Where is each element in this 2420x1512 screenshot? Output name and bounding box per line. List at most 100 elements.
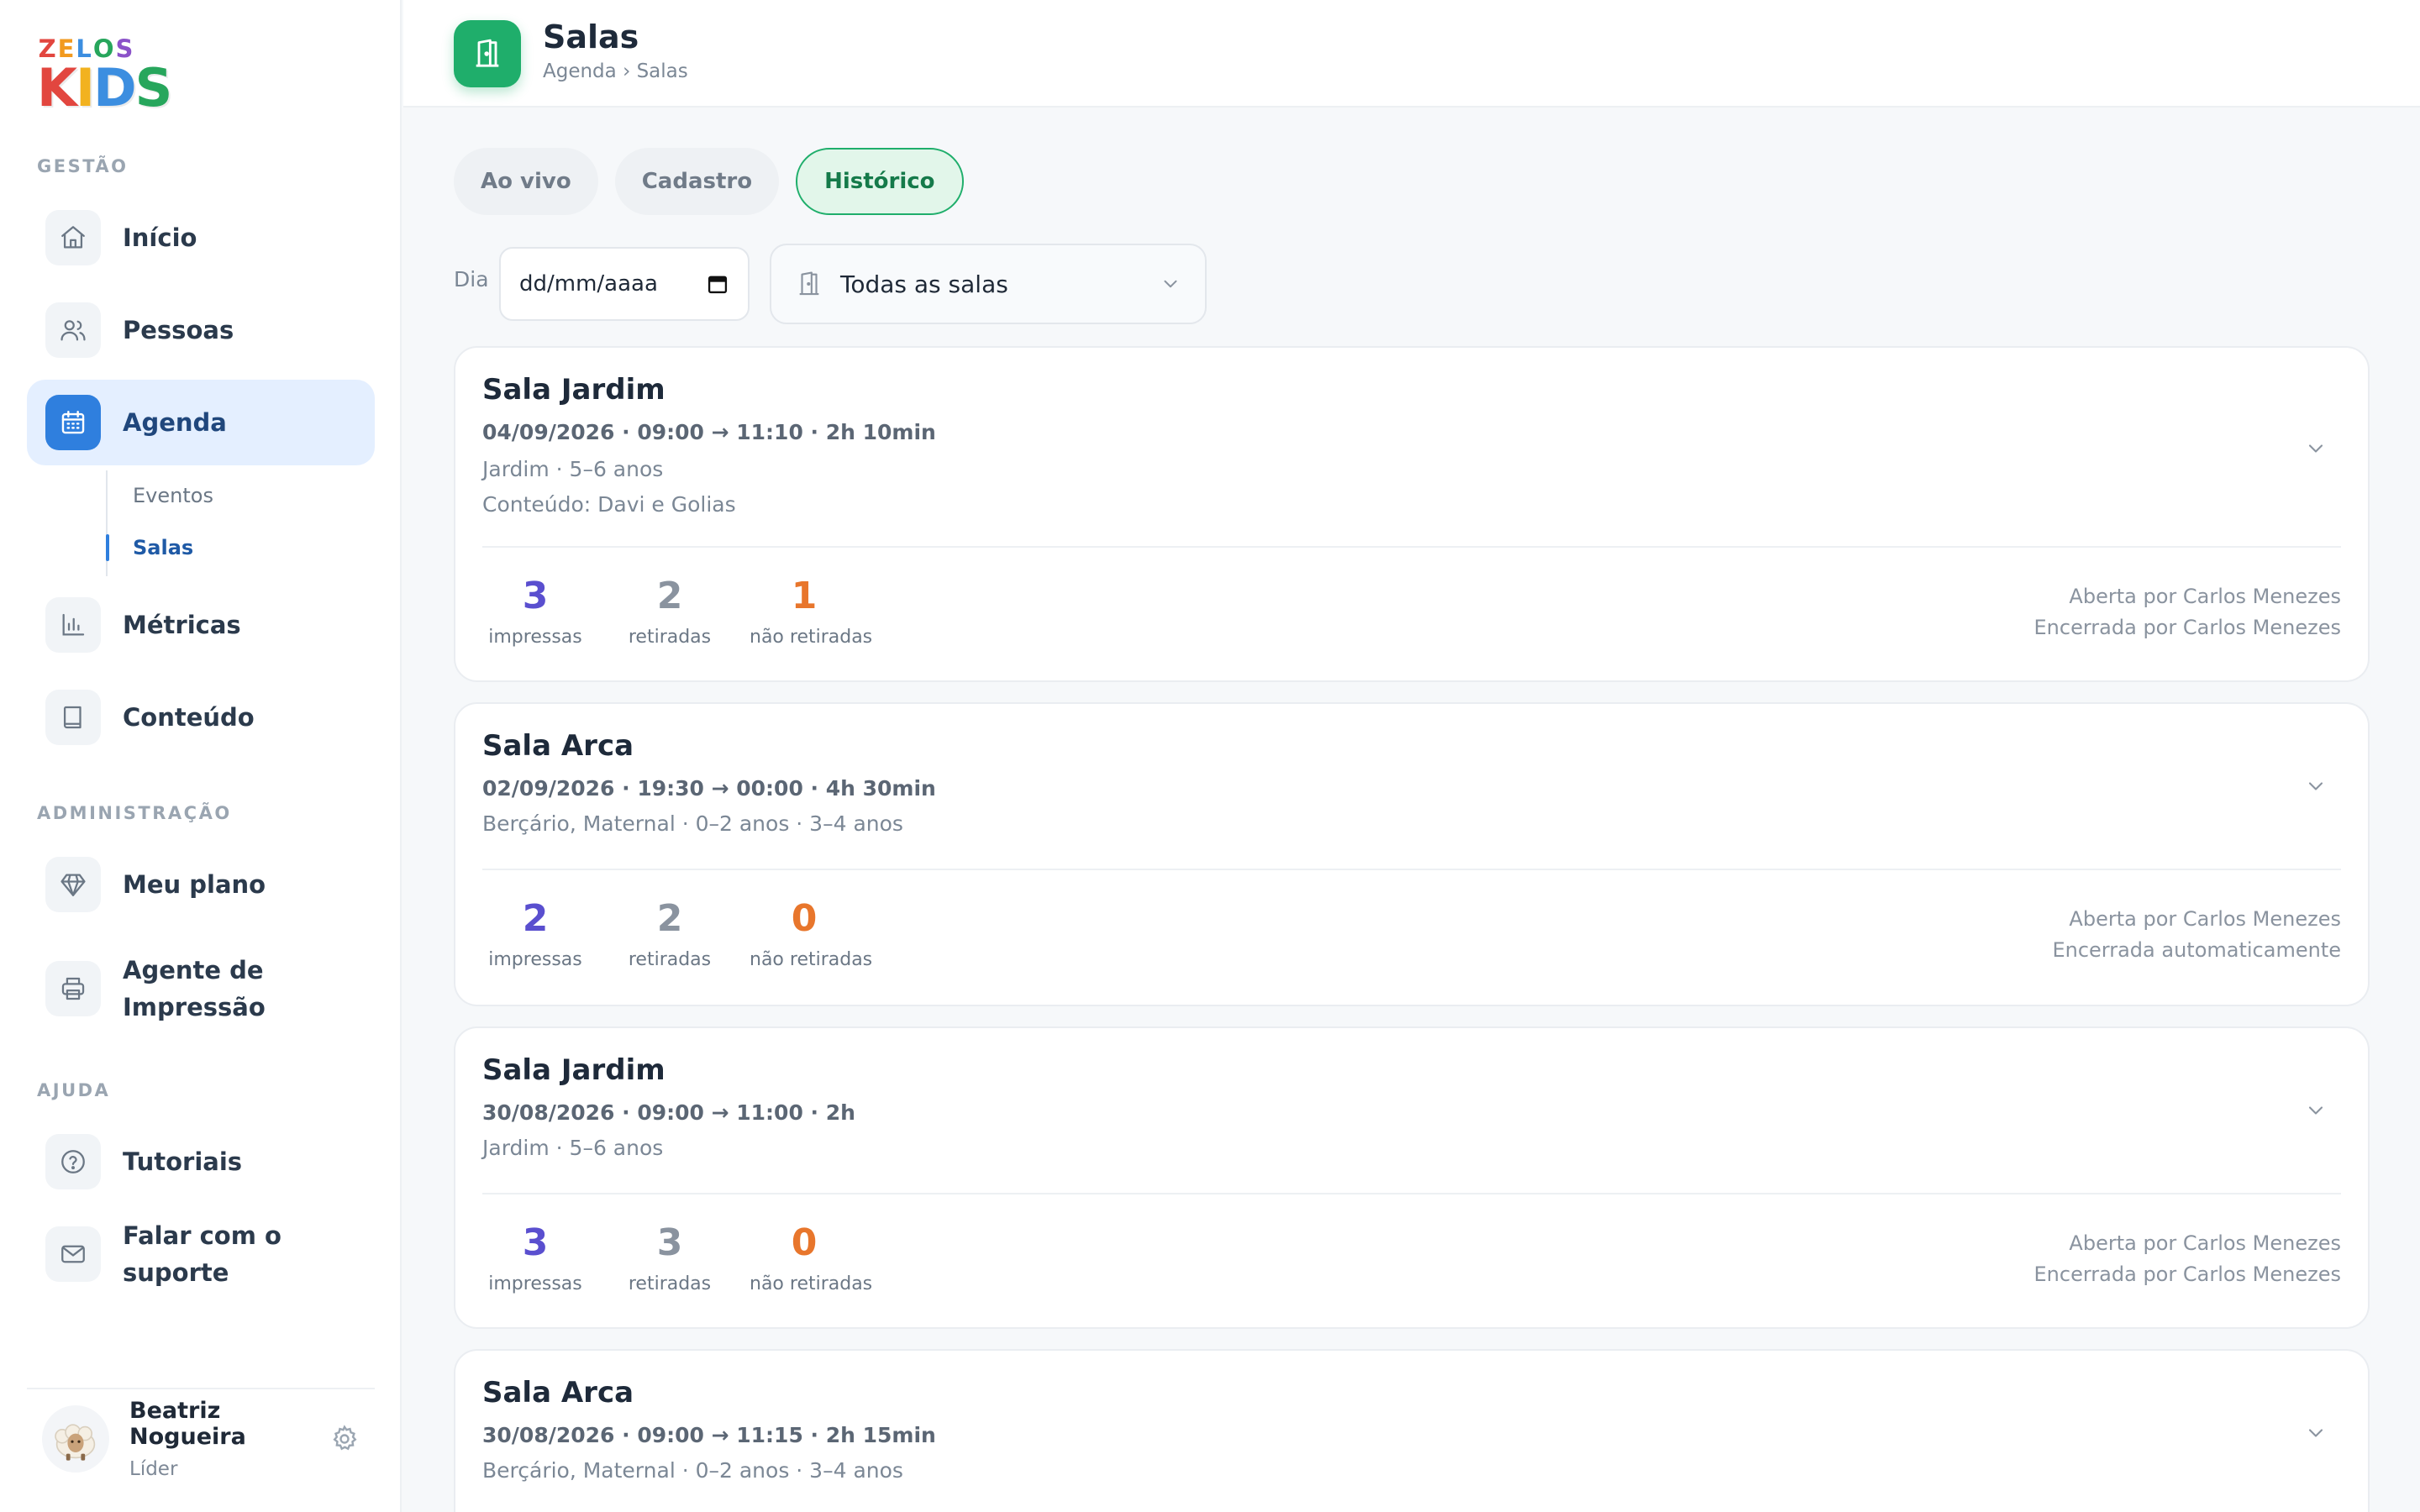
stat-printed-label: impressas (488, 1273, 582, 1294)
section-label-gestao: GESTÃO (37, 156, 129, 176)
section-label-ajuda: AJUDA (37, 1080, 111, 1100)
session-time: 04/09/2026 · 09:00 → 11:10 · 2h 10min (482, 420, 936, 444)
stat-taken: 2 retiradas (615, 897, 724, 970)
sidebar-item-label: Agente de Impressão (123, 952, 266, 1026)
card-divider (482, 546, 2341, 548)
stat-printed-value: 3 (522, 1221, 549, 1264)
sidebar-item-label-line1: Agente de (123, 956, 264, 984)
sidebar-item-inicio[interactable]: Início (27, 195, 375, 281)
gear-icon[interactable] (329, 1424, 360, 1454)
room-select-value: Todas as salas (840, 270, 1008, 298)
help-circle-icon (45, 1134, 101, 1189)
card-divider (482, 1193, 2341, 1194)
view-tabs: Ao vivo Cadastro Histórico (454, 148, 964, 215)
session-card[interactable]: Sala Arca 02/09/2026 · 19:30 → 00:00 · 4… (454, 702, 2370, 1006)
stat-taken-label: retiradas (628, 1273, 712, 1294)
session-content: Conteúdo: Davi e Golias (482, 492, 736, 517)
user-profile[interactable]: Beatriz Nogueira Líder (27, 1388, 375, 1488)
session-groups: Berçário, Maternal · 0–2 anos · 3–4 anos (482, 811, 903, 836)
session-time: 02/09/2026 · 19:30 → 00:00 · 4h 30min (482, 776, 936, 801)
room-select[interactable]: Todas as salas (770, 244, 1207, 324)
stat-printed-value: 2 (522, 897, 549, 940)
session-audit: Aberta por Carlos Menezes Encerrada por … (2034, 581, 2341, 643)
date-field[interactable]: dd/mm/aaaa (499, 247, 750, 321)
sidebar-item-agenda[interactable]: Agenda (27, 380, 375, 465)
stat-taken-value: 2 (656, 575, 683, 617)
subnav-item-salas[interactable]: Salas (133, 536, 193, 559)
chevron-down-icon (1164, 280, 1177, 288)
bar-chart-icon (45, 597, 101, 653)
tab-cadastro[interactable]: Cadastro (614, 148, 780, 215)
session-audit: Aberta por Carlos Menezes Encerrada por … (2034, 1228, 2341, 1290)
avatar (42, 1405, 109, 1473)
session-room: Sala Arca (482, 729, 634, 763)
user-name: Beatriz Nogueira (129, 1398, 246, 1450)
stat-taken-label: retiradas (628, 949, 712, 970)
date-filter-label: Dia (454, 267, 489, 291)
stat-not-taken-value: 0 (791, 1221, 818, 1264)
session-audit: Aberta por Carlos Menezes Encerrada auto… (2052, 904, 2341, 966)
stat-not-taken-label: não retiradas (750, 1273, 873, 1294)
stat-taken-value: 3 (656, 1221, 683, 1264)
chevron-down-icon[interactable] (2304, 437, 2328, 460)
active-subnav-marker (106, 534, 109, 561)
opened-by: Aberta por Carlos Menezes (2069, 585, 2341, 608)
closed-by: Encerrada automaticamente (2052, 938, 2341, 962)
sidebar-item-label: Falar com o suporte (123, 1221, 281, 1287)
mail-icon (45, 1226, 101, 1282)
sidebar: ZELOS KIDS GESTÃO Início Pessoas Agenda … (0, 0, 402, 1512)
tab-historico[interactable]: Histórico (796, 148, 964, 215)
session-card[interactable]: Sala Jardim 04/09/2026 · 09:00 → 11:10 ·… (454, 346, 2370, 682)
sidebar-item-conteudo[interactable]: Conteúdo (27, 675, 375, 760)
stat-printed: 3 impressas (481, 1221, 590, 1294)
calendar-picker-icon[interactable] (706, 272, 729, 296)
sidebar-item-pessoas[interactable]: Pessoas (27, 287, 375, 373)
stat-printed: 2 impressas (481, 897, 590, 970)
book-icon (45, 690, 101, 745)
breadcrumb[interactable]: Agenda › Salas (543, 60, 688, 82)
sidebar-item-agente-impressao[interactable]: Agente de Impressão (27, 946, 375, 1032)
door-icon (799, 271, 819, 296)
session-room: Sala Jardim (482, 1053, 666, 1087)
session-groups: Berçário, Maternal · 0–2 anos · 3–4 anos (482, 1458, 903, 1483)
calendar-icon (45, 395, 101, 450)
stat-taken: 3 retiradas (615, 1221, 724, 1294)
chevron-down-icon[interactable] (2304, 1421, 2328, 1445)
stat-not-taken: 1 não retiradas (750, 575, 873, 648)
sidebar-item-meu-plano[interactable]: Meu plano (27, 842, 375, 927)
stat-not-taken-value: 0 (791, 897, 818, 940)
stat-taken-label: retiradas (628, 627, 712, 648)
page-header: Salas Agenda › Salas (403, 0, 2420, 108)
session-room: Sala Jardim (482, 373, 666, 407)
stat-taken: 2 retiradas (615, 575, 724, 648)
session-card[interactable]: Sala Arca 30/08/2026 · 09:00 → 11:15 · 2… (454, 1349, 2370, 1512)
session-groups: Jardim · 5–6 anos (482, 1136, 664, 1160)
chevron-down-icon[interactable] (2304, 774, 2328, 798)
stat-not-taken: 0 não retiradas (750, 897, 873, 970)
sidebar-item-label: Tutoriais (123, 1147, 243, 1176)
tab-ao-vivo[interactable]: Ao vivo (454, 148, 598, 215)
stat-not-taken-value: 1 (791, 575, 818, 617)
stat-not-taken: 0 não retiradas (750, 1221, 873, 1294)
subnav-item-eventos[interactable]: Eventos (133, 484, 213, 507)
users-icon (45, 302, 101, 358)
zelos-kids-logo[interactable]: ZELOS KIDS (37, 35, 172, 116)
stat-not-taken-label: não retiradas (750, 949, 873, 970)
session-room: Sala Arca (482, 1376, 634, 1410)
session-card[interactable]: Sala Jardim 30/08/2026 · 09:00 → 11:00 ·… (454, 1026, 2370, 1329)
sheep-avatar-icon (55, 1424, 96, 1461)
stat-printed-value: 3 (522, 575, 549, 617)
diamond-icon (45, 857, 101, 912)
chevron-down-icon[interactable] (2304, 1099, 2328, 1122)
sidebar-item-metricas[interactable]: Métricas (27, 582, 375, 668)
stat-printed: 3 impressas (481, 575, 590, 648)
section-label-administracao: ADMINISTRAÇÃO (37, 803, 232, 823)
date-placeholder: dd/mm/aaaa (519, 271, 658, 297)
sidebar-item-label: Meu plano (123, 870, 266, 899)
opened-by: Aberta por Carlos Menezes (2069, 1231, 2341, 1255)
page-title: Salas (543, 18, 639, 55)
sidebar-item-suporte[interactable]: Falar com o suporte (27, 1211, 375, 1297)
sidebar-item-tutoriais[interactable]: Tutoriais (27, 1119, 375, 1205)
stat-not-taken-label: não retiradas (750, 627, 873, 648)
opened-by: Aberta por Carlos Menezes (2069, 907, 2341, 931)
